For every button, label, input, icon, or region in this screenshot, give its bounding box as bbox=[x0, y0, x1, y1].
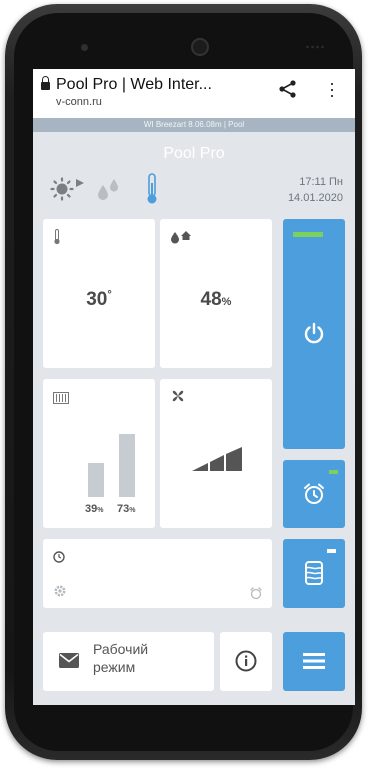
thermometer-small-icon bbox=[54, 229, 60, 245]
temperature-tile[interactable]: 30° bbox=[43, 219, 155, 368]
speaker-grille bbox=[305, 45, 325, 49]
info-icon bbox=[235, 650, 257, 672]
filter-unit-1: % bbox=[97, 507, 104, 514]
mode-label: Рабочий режим bbox=[93, 640, 148, 676]
mode-label-line1: Рабочий bbox=[93, 641, 149, 657]
humidity-tile[interactable]: 48% bbox=[160, 219, 272, 368]
humidity-icon bbox=[171, 231, 191, 244]
schedule-tile[interactable] bbox=[43, 539, 272, 608]
thermometer-icon bbox=[147, 173, 157, 204]
heater-icon bbox=[53, 392, 69, 404]
fan-icon bbox=[172, 390, 184, 402]
lock-icon bbox=[41, 76, 50, 90]
alarm-tile[interactable] bbox=[283, 460, 345, 528]
menu-tile[interactable] bbox=[283, 632, 345, 691]
more-vert-icon[interactable]: · · · bbox=[325, 74, 339, 104]
filter-value-1: 39% bbox=[85, 503, 103, 515]
mode-tile[interactable]: Рабочий режим bbox=[43, 632, 214, 691]
heater-indicator bbox=[327, 549, 336, 553]
alarm-small-icon bbox=[250, 587, 262, 600]
power-icon bbox=[304, 322, 324, 344]
humidity-value: 48% bbox=[160, 289, 272, 311]
humidity-unit: % bbox=[221, 296, 232, 308]
humidity-number: 48 bbox=[200, 289, 222, 310]
power-tile[interactable] bbox=[283, 219, 345, 449]
filter-unit-2: % bbox=[129, 507, 136, 514]
filter-tile[interactable]: 39% 73% bbox=[43, 379, 155, 528]
filter-number-1: 39 bbox=[85, 503, 98, 515]
front-camera bbox=[191, 38, 209, 56]
share-icon[interactable] bbox=[278, 79, 298, 99]
clock-display: 17:11 Пн 14.01.2020 bbox=[288, 174, 343, 206]
filter-number-2: 73 bbox=[117, 503, 130, 515]
browser-url-bar: Pool Pro | Web Inter... v-conn.ru · · · bbox=[33, 69, 355, 118]
mode-label-line2: режим bbox=[93, 659, 136, 675]
heater-tile[interactable] bbox=[283, 539, 345, 608]
mail-icon bbox=[59, 653, 79, 668]
temperature-unit: ° bbox=[107, 289, 112, 301]
heater-wave-icon bbox=[305, 561, 323, 585]
temperature-value: 30° bbox=[43, 289, 155, 311]
fan-tile[interactable] bbox=[160, 379, 272, 528]
current-time: 17:11 Пн bbox=[299, 176, 343, 188]
clock-icon bbox=[53, 551, 65, 563]
page-title[interactable]: Pool Pro | Web Inter... bbox=[56, 76, 212, 94]
drops-icon bbox=[98, 179, 118, 200]
info-tile[interactable] bbox=[220, 632, 272, 691]
filter-bar-2 bbox=[119, 434, 135, 497]
filter-value-2: 73% bbox=[117, 503, 135, 515]
proximity-sensor bbox=[81, 44, 88, 51]
phone-screen: Pool Pro | Web Inter... v-conn.ru · · · WI… bbox=[33, 69, 355, 705]
temperature-number: 30 bbox=[86, 289, 108, 310]
alarm-clock-icon bbox=[304, 483, 324, 504]
fan-level-indicator bbox=[192, 447, 242, 471]
filter-bar-1 bbox=[88, 463, 104, 497]
status-line: WI Breezart 8.06.08m | Pool bbox=[33, 118, 355, 132]
sun-icon bbox=[50, 177, 84, 201]
page-url[interactable]: v-conn.ru bbox=[56, 96, 102, 108]
alarm-indicator bbox=[329, 470, 338, 474]
gear-icon bbox=[54, 585, 66, 597]
app-title: Pool Pro bbox=[163, 145, 225, 162]
power-indicator bbox=[293, 232, 323, 237]
current-date: 14.01.2020 bbox=[287, 192, 343, 204]
hamburger-icon bbox=[303, 653, 325, 669]
